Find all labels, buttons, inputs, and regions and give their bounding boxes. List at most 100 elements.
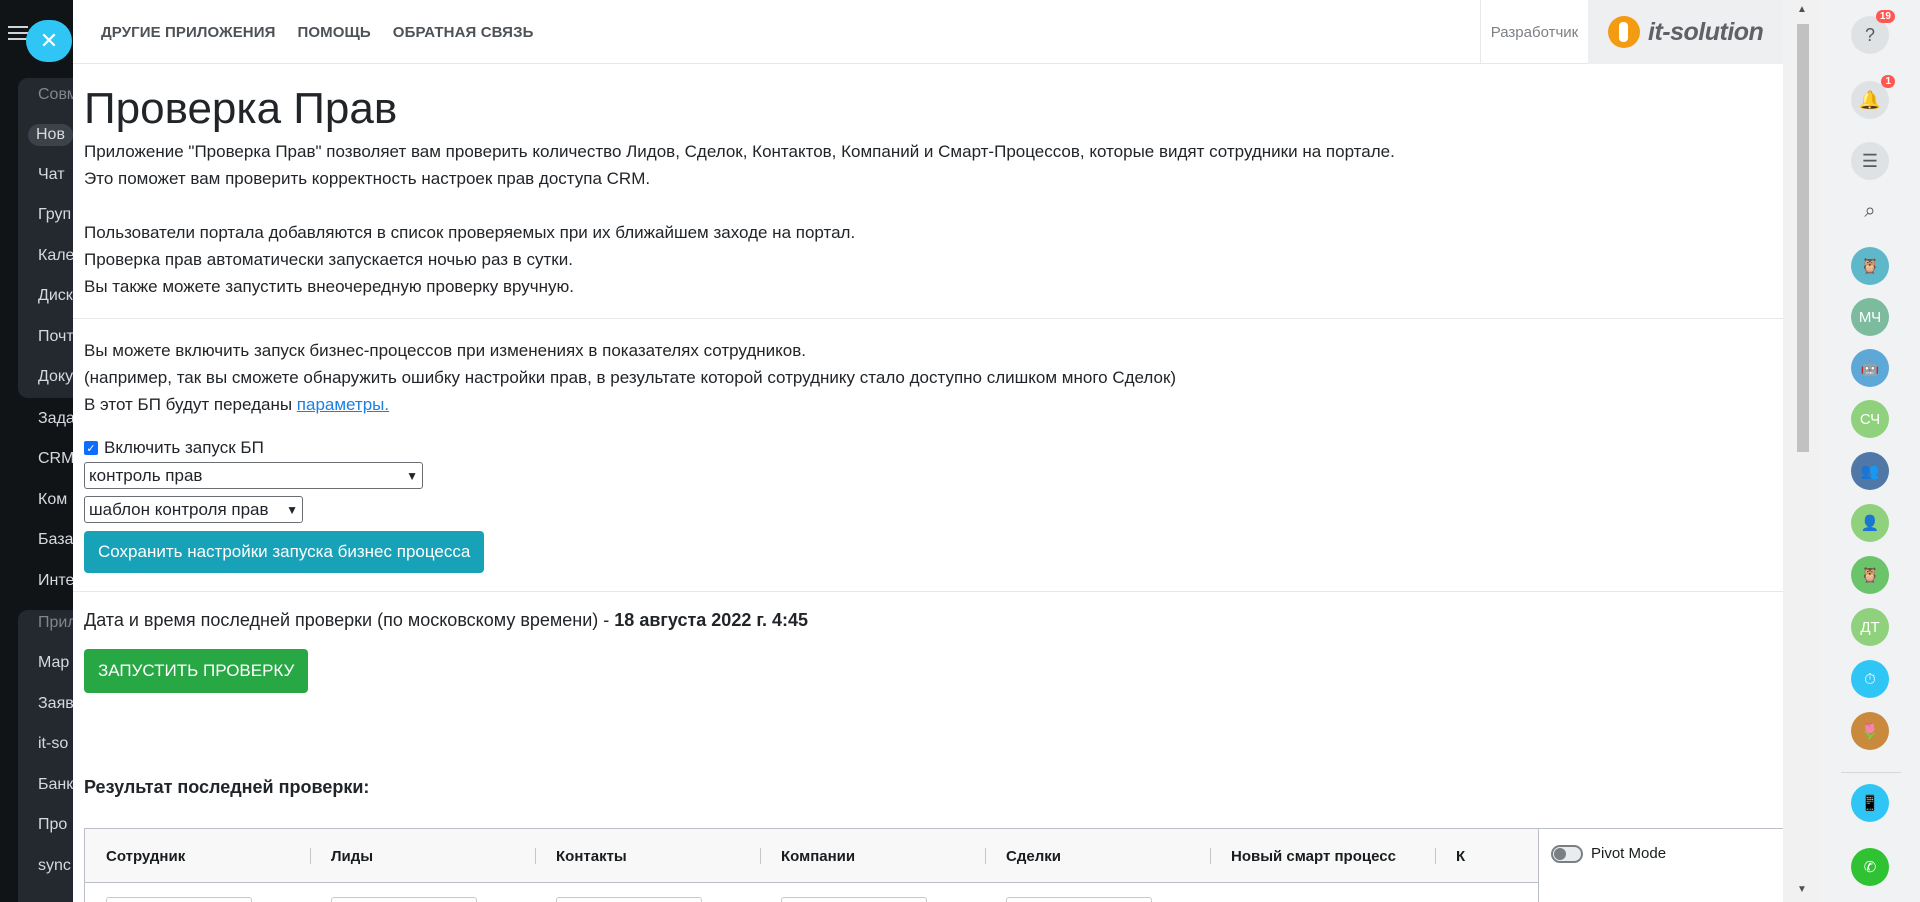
vertical-scrollbar[interactable]: ▲ ▼: [1783, 0, 1821, 902]
left-menu-item[interactable]: it-so: [38, 735, 68, 753]
left-menu-item[interactable]: Заяв: [38, 695, 74, 713]
intro-line: Это поможет вам проверить корректность н…: [84, 169, 651, 188]
avatar[interactable]: ⏱: [1851, 660, 1889, 698]
scroll-down-icon[interactable]: ▼: [1797, 884, 1807, 895]
phone-device-icon: 📱: [1860, 795, 1880, 812]
avatar[interactable]: 🦉: [1851, 556, 1889, 594]
call-button[interactable]: ✆: [1851, 848, 1889, 886]
help-button[interactable]: ? 19: [1851, 10, 1895, 54]
left-menu-item[interactable]: Почт: [38, 328, 74, 346]
left-menu-item[interactable]: Зада: [38, 410, 75, 428]
left-menu-item[interactable]: Кале: [38, 247, 74, 265]
left-menu-item[interactable]: CRM: [38, 450, 74, 468]
it-solution-logo-icon: [1608, 16, 1640, 48]
column-header[interactable]: Сотрудник: [106, 829, 185, 883]
left-menu-item[interactable]: Груп: [38, 206, 71, 224]
save-bp-settings-button[interactable]: Сохранить настройки запуска бизнес проце…: [84, 531, 485, 573]
column-header[interactable]: Сделки: [1006, 829, 1061, 883]
column-header[interactable]: К: [1456, 829, 1465, 883]
run-check-button[interactable]: ЗАПУСТИТЬ ПРОВЕРКУ: [84, 649, 309, 693]
column-header[interactable]: Компании: [781, 829, 855, 883]
question-icon: ?: [1864, 24, 1875, 45]
column-header[interactable]: Контакты: [556, 829, 627, 883]
info-line: Вы также можете запустить внеочередную п…: [84, 277, 575, 296]
filter-input[interactable]: [106, 897, 252, 902]
chat-icon: ☰: [1861, 150, 1879, 171]
group-chat-icon: 👥: [1860, 463, 1880, 480]
enable-bp-checkbox[interactable]: ✓: [84, 441, 98, 455]
filter-input[interactable]: [781, 897, 927, 902]
user-clock-icon: ⏱: [1864, 670, 1876, 688]
left-menu-item[interactable]: Мар: [38, 654, 69, 672]
info-line: Пользователи портала добавляются в списо…: [84, 223, 856, 242]
avatar[interactable]: 🌷: [1851, 712, 1889, 750]
page-title: Проверка Прав: [84, 84, 398, 133]
info-line: Проверка прав автоматически запускается …: [84, 250, 573, 269]
logo-text: it-solution: [1648, 17, 1764, 46]
filter-input[interactable]: [1006, 897, 1152, 902]
chevron-down-icon: ▼: [406, 468, 418, 483]
left-menu-item[interactable]: Диск: [38, 287, 73, 305]
owl-avatar-icon: 🦉: [1860, 567, 1880, 584]
left-menu-item[interactable]: Инте: [38, 572, 74, 590]
results-grid: Сотрудник Лиды Контакты Компании Сделки …: [84, 828, 1782, 902]
search-icon: ⌕: [1864, 199, 1876, 222]
left-menu-item[interactable]: Банк: [38, 776, 73, 794]
bp-description: Вы можете включить запуск бизнес-процесс…: [84, 337, 1784, 418]
enable-bp-label: Включить запуск БП: [104, 438, 264, 457]
mobile-app-button[interactable]: 📱: [1851, 784, 1889, 822]
left-menu-item[interactable]: sync: [38, 857, 71, 875]
close-icon: ✕: [39, 28, 59, 53]
avatar-initials: ДТ: [1860, 618, 1880, 636]
left-menu-item[interactable]: Совм: [38, 86, 78, 104]
menu-hamburger-icon[interactable]: [8, 26, 28, 40]
avatar[interactable]: 🦉: [1851, 247, 1889, 285]
column-header[interactable]: Лиды: [331, 829, 373, 883]
bot-avatar-icon: 🤖: [1860, 360, 1880, 377]
column-header[interactable]: Новый смарт процесс: [1231, 829, 1396, 883]
left-menu-item[interactable]: Доку: [38, 368, 73, 386]
scrollbar-thumb[interactable]: [1797, 24, 1809, 452]
nav-feedback[interactable]: ОБРАТНАЯ СВЯЗЬ: [393, 24, 534, 41]
filter-input[interactable]: [556, 897, 702, 902]
process-select[interactable]: контроль прав ▼: [84, 462, 423, 489]
messenger-button[interactable]: ☰: [1851, 142, 1889, 180]
nav-other-apps[interactable]: ДРУГИЕ ПРИЛОЖЕНИЯ: [101, 24, 276, 41]
avatar[interactable]: ДТ: [1851, 608, 1889, 646]
left-menu-item[interactable]: Нов: [28, 124, 73, 146]
scroll-up-icon[interactable]: ▲: [1797, 4, 1807, 15]
last-check-value: 18 августа 2022 г. 4:45: [614, 610, 809, 630]
left-menu-item[interactable]: Чат: [38, 166, 65, 184]
bp-params-prefix: В этот БП будут переданы: [84, 395, 297, 414]
bp-line: Вы можете включить запуск бизнес-процесс…: [84, 341, 806, 360]
template-select-value: шаблон контроля прав: [89, 499, 269, 519]
developer-link[interactable]: Разработчик: [1480, 0, 1588, 64]
avatar-initials: МЧ: [1858, 308, 1882, 326]
bp-params-link[interactable]: параметры.: [297, 395, 389, 414]
avatar[interactable]: 🤖: [1851, 349, 1889, 387]
search-button[interactable]: ⌕: [1851, 192, 1889, 230]
intro-line: Приложение "Проверка Прав" позволяет вам…: [84, 142, 1395, 161]
left-menu-item[interactable]: Про: [38, 816, 67, 834]
flowers-avatar-icon: 🌷: [1860, 723, 1880, 740]
left-menu-item[interactable]: Ком: [38, 491, 67, 509]
avatar[interactable]: СЧ: [1851, 400, 1889, 438]
pivot-mode-toggle[interactable]: [1551, 845, 1583, 863]
users-icon: 👤: [1860, 515, 1880, 532]
intro-text: Приложение "Проверка Прав" позволяет вам…: [84, 138, 1784, 300]
template-select[interactable]: шаблон контроля прав ▼: [84, 496, 303, 523]
left-menu-item[interactable]: Прил: [38, 614, 77, 632]
avatar[interactable]: 👤: [1851, 504, 1889, 542]
bell-icon: 🔔: [1858, 89, 1882, 110]
avatar[interactable]: 👥: [1851, 452, 1889, 490]
chevron-down-icon: ▼: [286, 502, 298, 517]
nav-help[interactable]: ПОМОЩЬ: [298, 24, 371, 41]
bitrix-right-sidebar: ? 19 🔔 1 ☰ ⌕ 🦉 МЧ 🤖 СЧ 👥 👤 🦉 ДТ ⏱ 🌷 📱 ✆: [1821, 0, 1920, 902]
close-slider-button[interactable]: ✕: [26, 20, 72, 62]
vendor-logo[interactable]: it-solution: [1588, 0, 1783, 64]
notifications-button[interactable]: 🔔 1: [1851, 75, 1895, 119]
filter-input[interactable]: [331, 897, 477, 902]
left-menu-item[interactable]: База: [38, 531, 73, 549]
avatar[interactable]: МЧ: [1851, 298, 1889, 336]
last-check-row: Дата и время последней проверки (по моск…: [84, 610, 1784, 631]
